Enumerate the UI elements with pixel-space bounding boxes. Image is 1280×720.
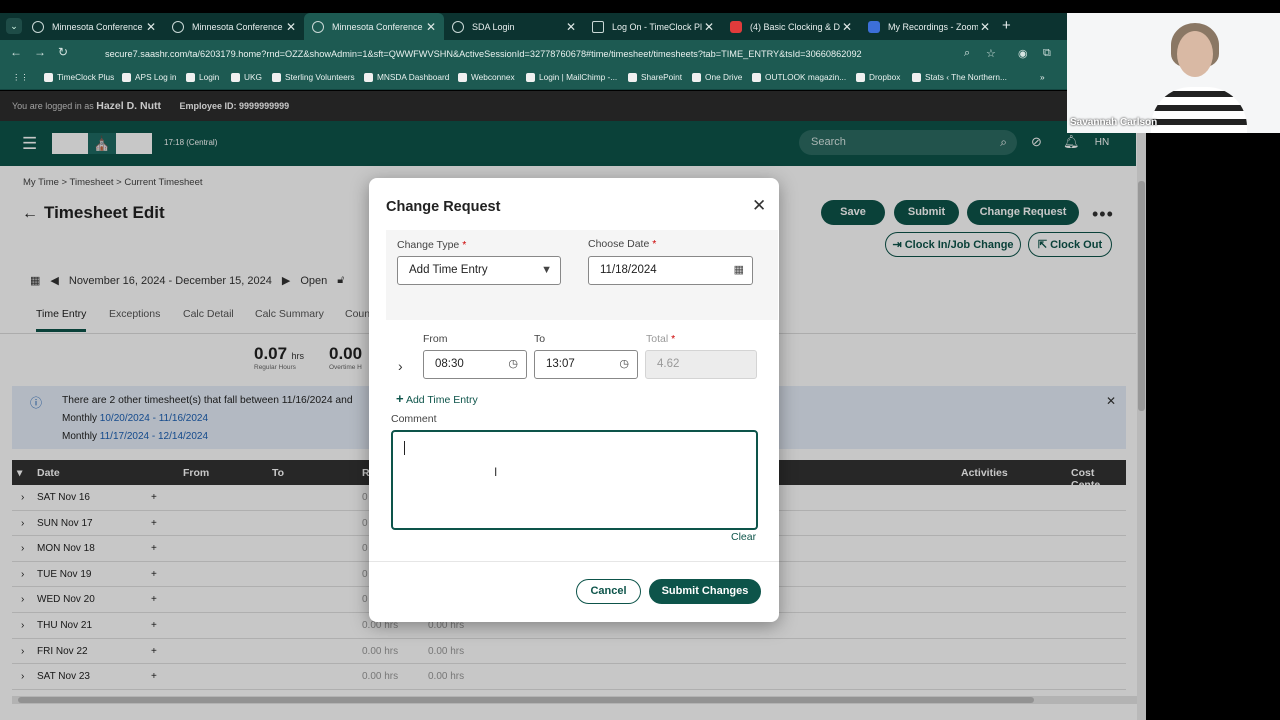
browser-tab[interactable]: Minnesota Conference of ✕ xyxy=(24,13,164,40)
comment-label: Comment xyxy=(391,413,437,425)
expand-entry-icon[interactable]: › xyxy=(398,358,403,374)
close-tab-icon[interactable]: ✕ xyxy=(564,20,578,34)
close-tab-icon[interactable]: ✕ xyxy=(144,20,158,34)
cancel-button[interactable]: Cancel xyxy=(576,579,641,604)
browser-tab[interactable]: My Recordings - Zoom ✕ xyxy=(860,13,998,40)
tab-favicon-icon xyxy=(172,20,184,33)
browser-tab[interactable]: (4) Basic Clocking & Dash✕ xyxy=(722,13,860,40)
zoom-icon xyxy=(868,20,880,33)
tab-favicon-icon xyxy=(312,20,324,33)
browser-tab-bar: ⌄ Minnesota Conference of ✕ Minnesota Con… xyxy=(0,13,1067,40)
browser-tab[interactable]: Minnesota Conference of ✕ xyxy=(164,13,304,40)
submit-changes-button[interactable]: Submit Changes xyxy=(649,579,761,604)
tab-search-dropdown[interactable]: ⌄ xyxy=(6,18,22,34)
bookmark-icon xyxy=(692,72,701,82)
to-time-input[interactable]: 13:07 ◷ xyxy=(534,350,638,379)
bookmark-icon xyxy=(44,72,53,82)
choose-date-field[interactable]: 11/18/2024 ▦ xyxy=(588,256,753,285)
bookmark-icon xyxy=(628,72,637,82)
bookmark-icon xyxy=(272,72,281,82)
bookmark-item[interactable]: One Drive xyxy=(692,72,742,82)
total-field: 4.62 xyxy=(645,350,757,379)
bookmark-icon xyxy=(186,72,195,82)
clock-icon[interactable]: ◷ xyxy=(619,351,629,378)
text-caret xyxy=(404,441,405,455)
new-tab-button[interactable]: + xyxy=(1002,17,1011,34)
bookmark-item[interactable]: UKG xyxy=(231,72,262,82)
bookmark-icon xyxy=(364,72,373,82)
calendar-icon[interactable]: ▦ xyxy=(734,257,744,284)
total-label: Total * xyxy=(646,333,676,345)
presenter-head xyxy=(1177,31,1213,77)
close-icon[interactable]: ✕ xyxy=(752,196,766,216)
browser-tab[interactable]: Log On - TimeClock Plus ✕ xyxy=(584,13,722,40)
bookmark-item[interactable]: Webconnex xyxy=(458,72,515,82)
tab-favicon-icon xyxy=(592,20,604,33)
bookmark-item[interactable]: Dropbox xyxy=(856,72,900,82)
apps-icon[interactable]: ⋮⋮ xyxy=(12,72,29,82)
close-tab-icon[interactable]: ✕ xyxy=(424,20,438,34)
from-time-input[interactable]: 08:30 ◷ xyxy=(423,350,527,379)
from-label: From xyxy=(423,333,448,345)
bookmark-item[interactable]: TimeClock Plus xyxy=(44,72,114,82)
browser-tab-active[interactable]: Minnesota Conference of ✕ xyxy=(304,13,444,40)
clear-link[interactable]: Clear xyxy=(731,531,756,543)
bookmark-icon xyxy=(856,72,865,82)
bookmark-icon xyxy=(122,72,131,82)
change-request-dialog: Change Request ✕ Change Type * Add Time … xyxy=(369,178,779,622)
url-field[interactable]: secure7.saashr.com/ta/6203179.home?rnd=O… xyxy=(80,44,960,65)
close-tab-icon[interactable]: ✕ xyxy=(978,20,992,34)
extensions-puzzle-icon[interactable]: ⧉ xyxy=(1043,47,1051,60)
presenter-name: Savannah Carlson xyxy=(1070,117,1158,128)
chevron-down-icon: ▼ xyxy=(541,264,552,276)
choose-date-label: Choose Date * xyxy=(588,238,657,250)
bookmark-icon xyxy=(752,72,761,82)
divider xyxy=(369,561,779,562)
clock-icon[interactable]: ◷ xyxy=(508,351,518,378)
change-type-label: Change Type * xyxy=(397,239,467,251)
bookmark-icon xyxy=(526,72,535,82)
screen: ⌄ Minnesota Conference of ✕ Minnesota Con… xyxy=(0,0,1280,720)
presenter-body xyxy=(1151,87,1247,133)
bookmark-item[interactable]: Sterling Volunteers xyxy=(272,72,355,82)
reload-icon[interactable]: ↻ xyxy=(58,45,68,59)
more-bookmarks-icon[interactable]: » xyxy=(1040,72,1045,82)
bookmark-item[interactable]: APS Log in xyxy=(122,72,177,82)
dialog-title: Change Request xyxy=(386,199,501,215)
webcam-overlay: Savannah Carlson xyxy=(1067,13,1280,133)
bookmark-item[interactable]: OUTLOOK magazin... xyxy=(752,72,846,82)
bookmark-icon xyxy=(912,72,921,82)
close-tab-icon[interactable]: ✕ xyxy=(284,20,298,34)
text-cursor-icon: I xyxy=(494,465,498,479)
add-time-entry-link[interactable]: + Add Time Entry xyxy=(396,391,478,406)
bookmark-icon xyxy=(231,72,240,82)
extension-icon[interactable]: ◉ xyxy=(1018,47,1028,60)
browser-tab[interactable]: SDA Login ✕ xyxy=(444,13,584,40)
bookmark-item[interactable]: SharePoint xyxy=(628,72,682,82)
zoom-icon[interactable]: ⌕ xyxy=(964,47,970,60)
bookmark-icon xyxy=(458,72,467,82)
bookmark-item[interactable]: MNSDA Dashboard xyxy=(364,72,449,82)
bookmark-item[interactable]: Login xyxy=(186,72,219,82)
comment-textarea[interactable]: I xyxy=(391,430,758,530)
bookmark-item[interactable]: Login | MailChimp -... xyxy=(526,72,617,82)
back-icon[interactable]: ← xyxy=(10,45,22,59)
youtube-icon xyxy=(730,20,742,33)
to-label: To xyxy=(534,333,546,345)
tab-favicon-icon xyxy=(32,20,44,33)
close-tab-icon[interactable]: ✕ xyxy=(702,20,716,34)
bookmark-star-icon[interactable]: ☆ xyxy=(986,47,996,60)
tab-favicon-icon xyxy=(452,20,464,33)
change-type-section: Change Type * Add Time Entry ▼ Choose Dat… xyxy=(386,230,778,320)
close-tab-icon[interactable]: ✕ xyxy=(840,20,854,34)
change-type-select[interactable]: Add Time Entry ▼ xyxy=(397,256,561,285)
bookmarks-bar: ⋮⋮ TimeClock Plus APS Log in Login UKG S… xyxy=(0,69,1067,90)
plus-icon: + xyxy=(396,391,404,406)
bookmark-item[interactable]: Stats ‹ The Northern... xyxy=(912,72,1007,82)
address-bar-row: ← → ↻ secure7.saashr.com/ta/6203179.home… xyxy=(0,40,1067,69)
forward-icon[interactable]: → xyxy=(34,45,46,59)
